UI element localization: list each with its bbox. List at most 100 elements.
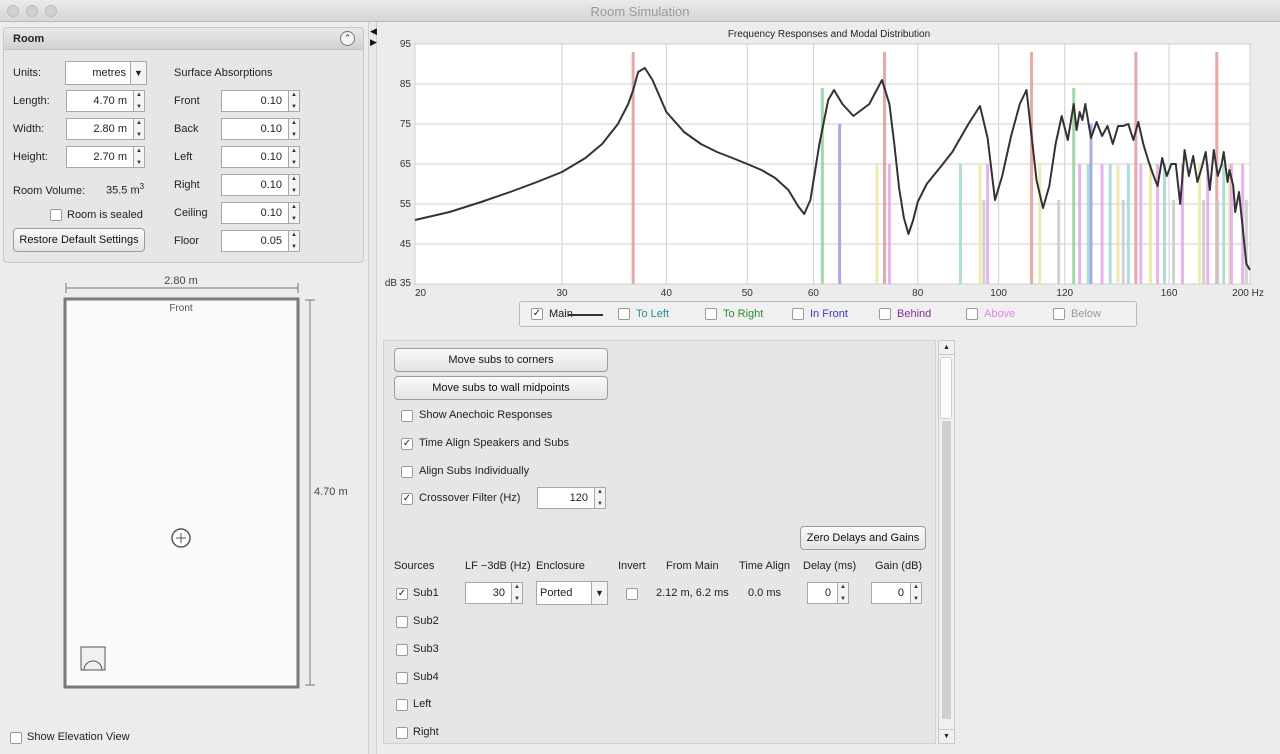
scroll-thumb[interactable]: [940, 357, 952, 419]
legend-to-right-checkbox[interactable]: [705, 308, 717, 320]
legend-to-left-label: To Left: [636, 308, 670, 320]
show-elevation-checkbox[interactable]: [10, 732, 22, 744]
sub4-checkbox[interactable]: [396, 672, 408, 684]
crossover-filter-label: Crossover Filter (Hz): [419, 492, 521, 504]
height-field[interactable]: 2.70 m: [66, 146, 134, 168]
units-label: Units:: [13, 67, 42, 79]
room-sealed-checkbox[interactable]: [50, 209, 62, 221]
chart-title: Frequency Responses and Modal Distributi…: [728, 29, 930, 40]
x-tick-label: 80: [912, 288, 924, 299]
room-volume-value: 35.5 m3: [106, 182, 145, 197]
width-field[interactable]: 2.80 m: [66, 118, 134, 140]
show-anechoic-label: Show Anechoic Responses: [419, 409, 553, 421]
width-stepper[interactable]: [134, 118, 145, 140]
x-tick-label: 50: [742, 288, 754, 299]
collapse-left-icon[interactable]: ◀: [370, 26, 377, 37]
surface-front-field[interactable]: 0.10: [221, 90, 289, 112]
right-source-checkbox[interactable]: [396, 727, 408, 739]
surface-back-label: Back: [174, 123, 199, 135]
right-source-label: Right: [413, 726, 439, 738]
crossover-filter-checkbox[interactable]: ✓: [401, 493, 413, 505]
surface-floor-field[interactable]: 0.05: [221, 230, 289, 252]
sub1-lf3db-field[interactable]: 30: [465, 582, 512, 604]
surface-left-stepper[interactable]: [289, 146, 300, 168]
show-elevation-label: Show Elevation View: [27, 731, 130, 743]
surface-right-stepper[interactable]: [289, 174, 300, 196]
sub1-delay-field[interactable]: 0: [807, 582, 838, 604]
legend-above-checkbox[interactable]: [966, 308, 978, 320]
sub1-invert-checkbox[interactable]: [626, 588, 638, 600]
surface-left-field[interactable]: 0.10: [221, 146, 289, 168]
length-field[interactable]: 4.70 m: [66, 90, 134, 112]
y-tick-label: 85: [400, 79, 412, 90]
room-plan-view[interactable]: 2.80 m 4.70 m Front: [0, 270, 366, 710]
room-outline: [63, 297, 300, 689]
width-label: Width:: [13, 123, 45, 135]
sub1-label: Sub1: [413, 587, 439, 599]
room-sealed-label: Room is sealed: [67, 209, 143, 221]
sub1-gain-field[interactable]: 0: [871, 582, 911, 604]
legend-in-front-checkbox[interactable]: [792, 308, 804, 320]
sub1-delay-stepper[interactable]: [838, 582, 849, 604]
split-pane-divider[interactable]: ◀ ▶: [368, 22, 377, 754]
plan-width-dimension: 2.80 m: [164, 275, 198, 287]
expand-right-icon[interactable]: ▶: [370, 37, 377, 48]
left-source-checkbox[interactable]: [396, 699, 408, 711]
surface-right-label: Right: [174, 179, 200, 191]
enclosure-header: Enclosure: [536, 560, 585, 572]
move-subs-corners-button[interactable]: Move subs to corners: [394, 348, 608, 372]
surface-ceiling-field[interactable]: 0.10: [221, 202, 289, 224]
legend-to-right-label: To Right: [723, 308, 764, 320]
scroll-track: [942, 421, 951, 719]
crossover-frequency-stepper[interactable]: [595, 487, 606, 509]
y-tick-label: 65: [400, 159, 412, 170]
sub1-from-main: 2.12 m, 6.2 ms: [656, 587, 729, 599]
surface-right-field[interactable]: 0.10: [221, 174, 289, 196]
surface-ceiling-stepper[interactable]: [289, 202, 300, 224]
sub2-checkbox[interactable]: [396, 616, 408, 628]
legend-main-checkbox[interactable]: ✓: [531, 308, 543, 320]
scroll-up-icon[interactable]: ▲: [939, 341, 954, 355]
surface-floor-stepper[interactable]: [289, 230, 300, 252]
sub1-lf3db-stepper[interactable]: [512, 582, 523, 604]
scroll-down-icon[interactable]: ▼: [939, 729, 954, 743]
legend-below-checkbox[interactable]: [1053, 308, 1065, 320]
chevron-down-icon: ▼: [130, 62, 146, 84]
surface-front-stepper[interactable]: [289, 90, 300, 112]
surface-back-stepper[interactable]: [289, 118, 300, 140]
units-select[interactable]: metres ▼: [65, 61, 147, 85]
sub3-checkbox[interactable]: [396, 644, 408, 656]
align-individually-label: Align Subs Individually: [419, 465, 530, 477]
controls-scrollbar[interactable]: ▲ ▼: [938, 340, 955, 744]
y-tick-label: dB 35: [385, 278, 412, 289]
surface-back-field[interactable]: 0.10: [221, 118, 289, 140]
legend-behind-checkbox[interactable]: [879, 308, 891, 320]
listener-position-icon[interactable]: [171, 528, 191, 548]
sub1-enclosure-select[interactable]: Ported ▼: [536, 581, 608, 605]
surface-front-label: Front: [174, 95, 200, 107]
sub1-checkbox[interactable]: ✓: [396, 588, 408, 600]
zero-delays-gains-button[interactable]: Zero Delays and Gains: [800, 526, 926, 550]
height-stepper[interactable]: [134, 146, 145, 168]
frequency-response-chart: Frequency Responses and Modal Distributi…: [380, 22, 1280, 332]
subwoofer-icon[interactable]: [80, 646, 106, 671]
surface-ceiling-label: Ceiling: [174, 207, 208, 219]
left-source-label: Left: [413, 698, 432, 710]
lf3db-header: LF −3dB (Hz): [465, 560, 531, 572]
title-bar: Room Simulation: [0, 0, 1280, 22]
height-label: Height:: [13, 151, 48, 163]
align-individually-checkbox[interactable]: [401, 466, 413, 478]
move-subs-midpoints-button[interactable]: Move subs to wall midpoints: [394, 376, 608, 400]
restore-defaults-button[interactable]: Restore Default Settings: [13, 228, 145, 252]
sub1-gain-stepper[interactable]: [911, 582, 922, 604]
x-tick-label: 20: [415, 288, 427, 299]
window-title: Room Simulation: [590, 4, 690, 19]
length-stepper[interactable]: [134, 90, 145, 112]
crossover-frequency-field[interactable]: 120: [537, 487, 595, 509]
time-align-checkbox[interactable]: ✓: [401, 438, 413, 450]
sub1-enclosure-value: Ported: [540, 587, 573, 599]
collapse-icon[interactable]: ⌃: [340, 31, 355, 46]
show-anechoic-checkbox[interactable]: [401, 410, 413, 422]
legend-to-left-checkbox[interactable]: [618, 308, 630, 320]
surface-left-label: Left: [174, 151, 193, 163]
